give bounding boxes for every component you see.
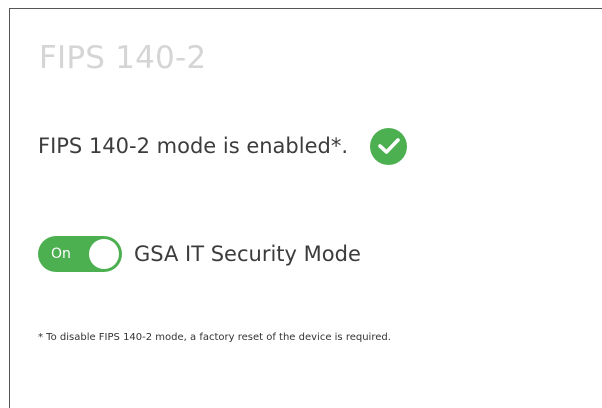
- gsa-security-mode-row: On GSA IT Security Mode: [38, 235, 361, 273]
- gsa-security-mode-label: GSA IT Security Mode: [134, 242, 361, 266]
- fips-status-text: FIPS 140-2 mode is enabled*.: [38, 134, 349, 158]
- gsa-security-mode-toggle[interactable]: On: [38, 236, 122, 272]
- fips-status-row: FIPS 140-2 mode is enabled*.: [38, 126, 408, 166]
- page-title: FIPS 140-2: [39, 40, 207, 76]
- toggle-state-label: On: [51, 246, 71, 262]
- toggle-knob: [89, 239, 119, 269]
- check-circle-icon: [370, 127, 408, 165]
- fips-panel: FIPS 140-2 FIPS 140-2 mode is enabled*. …: [9, 8, 602, 408]
- factory-reset-footnote: * To disable FIPS 140-2 mode, a factory …: [38, 332, 391, 343]
